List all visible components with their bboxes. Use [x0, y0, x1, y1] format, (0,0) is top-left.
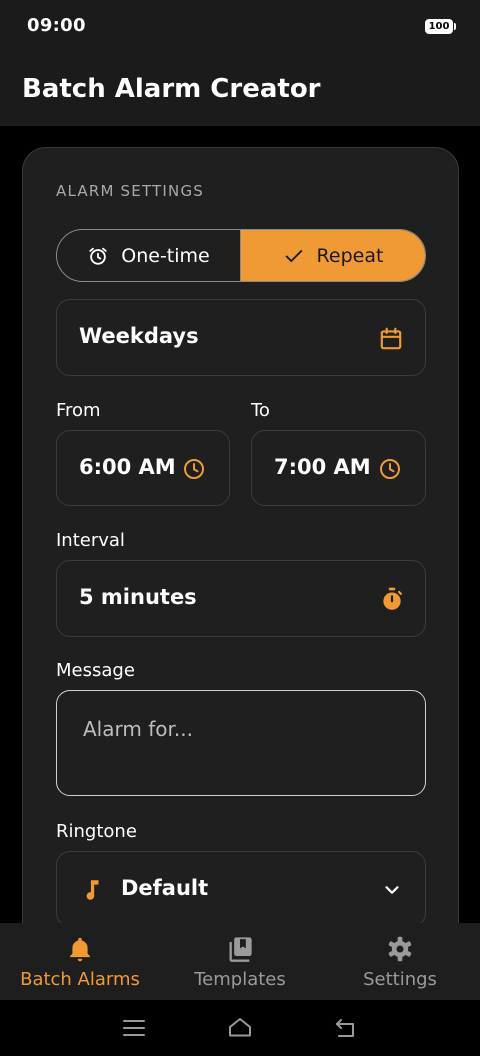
interval-label: Interval: [56, 530, 125, 551]
days-selector[interactable]: Weekdays: [56, 299, 426, 376]
calendar-icon: [380, 327, 402, 350]
alarm-settings-card: ALARM SETTINGS One-time Repeat Weekdays …: [22, 147, 459, 1047]
nav-label: Settings: [363, 969, 437, 990]
nav-label: Templates: [194, 969, 286, 990]
message-label: Message: [56, 660, 135, 681]
battery-indicator: 100: [425, 19, 456, 34]
to-label: To: [251, 400, 270, 421]
gear-icon: [388, 936, 412, 962]
nav-templates[interactable]: Templates: [160, 923, 320, 1000]
home-icon[interactable]: [227, 1016, 253, 1040]
mode-toggle: One-time Repeat: [56, 229, 426, 282]
days-value: Weekdays: [79, 324, 199, 348]
app-bar: Batch Alarm Creator: [0, 52, 480, 126]
ringtone-selector[interactable]: Default: [56, 851, 426, 927]
one-time-button[interactable]: One-time: [57, 230, 241, 281]
system-navigation-bar: [0, 1000, 480, 1056]
bottom-navigation: Batch Alarms Templates Settings: [0, 923, 480, 1000]
ringtone-value: Default: [121, 876, 209, 900]
from-time-field[interactable]: 6:00 AM: [56, 430, 230, 506]
nav-settings[interactable]: Settings: [320, 923, 480, 1000]
back-icon[interactable]: [333, 1016, 359, 1040]
interval-value: 5 minutes: [79, 585, 197, 609]
one-time-label: One-time: [121, 244, 210, 267]
app-title: Batch Alarm Creator: [22, 74, 321, 104]
music-note-icon: [86, 880, 99, 900]
clock-icon: [184, 459, 204, 479]
message-placeholder: Alarm for...: [83, 717, 193, 741]
templates-icon: [229, 937, 252, 962]
nav-label: Batch Alarms: [20, 969, 140, 990]
from-label: From: [56, 400, 101, 421]
status-bar: 09:00 100: [0, 0, 480, 52]
ringtone-label: Ringtone: [56, 821, 137, 842]
to-time-field[interactable]: 7:00 AM: [251, 430, 426, 506]
message-input[interactable]: Alarm for...: [56, 690, 426, 796]
interval-field[interactable]: 5 minutes: [56, 560, 426, 637]
repeat-label: Repeat: [316, 244, 384, 267]
bell-icon: [70, 937, 90, 962]
repeat-button[interactable]: Repeat: [241, 230, 425, 281]
check-icon: [285, 249, 302, 262]
status-time: 09:00: [27, 15, 86, 36]
from-time-value: 6:00 AM: [79, 455, 176, 479]
stopwatch-icon: [383, 587, 403, 610]
alarm-clock-icon: [89, 247, 107, 265]
nav-batch-alarms[interactable]: Batch Alarms: [0, 923, 160, 1000]
menu-icon[interactable]: [121, 1016, 147, 1040]
clock-icon: [380, 459, 400, 479]
chevron-down-icon: [385, 886, 399, 894]
section-label: ALARM SETTINGS: [56, 182, 205, 200]
to-time-value: 7:00 AM: [274, 455, 371, 479]
